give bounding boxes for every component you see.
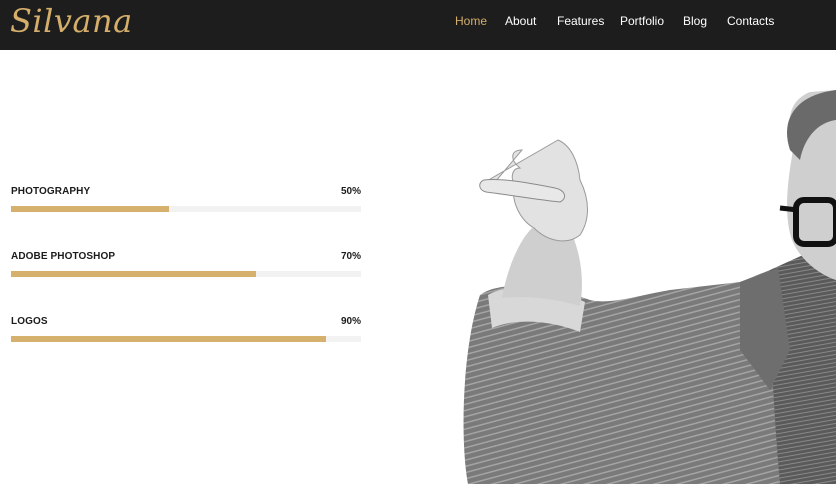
man-pointing-photo: [463, 90, 836, 484]
nav-portfolio[interactable]: Portfolio: [620, 14, 664, 28]
skill-percent: 90%: [340, 316, 361, 327]
skill-label: ADOBE PHOTOSHOP: [11, 251, 116, 262]
skill-percent: 70%: [340, 251, 361, 262]
skill-progress-track: [11, 271, 361, 277]
nav-contacts[interactable]: Contacts: [727, 14, 774, 28]
nav-features[interactable]: Features: [557, 14, 604, 28]
skill-label: PHOTOGRAPHY: [11, 186, 91, 197]
skill-percent: 50%: [340, 186, 361, 197]
nav-blog[interactable]: Blog: [683, 14, 707, 28]
skill-progress-fill: [11, 206, 169, 212]
skill-progress-fill: [11, 336, 326, 342]
nav-home[interactable]: Home: [455, 14, 487, 28]
skill-progress-track: [11, 336, 361, 342]
skill-progress-fill: [11, 271, 256, 277]
skill-label: LOGOS: [11, 316, 48, 327]
site-header: Silvana Home About Features Portfolio Bl…: [0, 0, 836, 50]
site-logo[interactable]: Silvana: [10, 2, 133, 40]
skill-progress-track: [11, 206, 361, 212]
nav-about[interactable]: About: [505, 14, 536, 28]
